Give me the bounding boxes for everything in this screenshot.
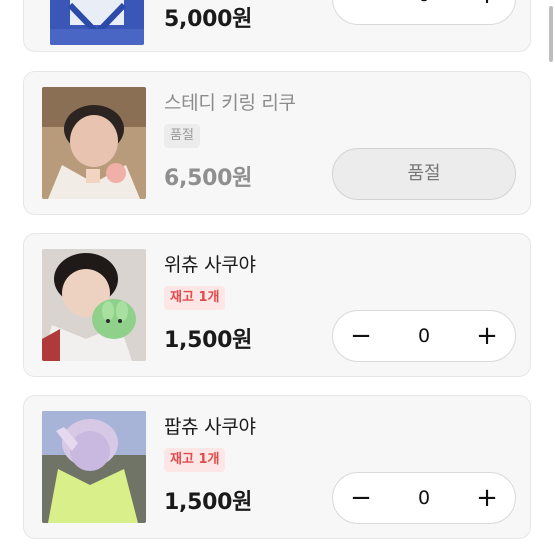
product-card: 팝츄 사쿠야 재고 1개 1,500원 − 0 + bbox=[23, 395, 531, 539]
decrease-button[interactable]: − bbox=[335, 311, 387, 361]
product-price: 1,500원 bbox=[164, 328, 253, 353]
increase-button[interactable]: + bbox=[461, 311, 513, 361]
product-card: 5,000원 − 0 + bbox=[23, 0, 531, 52]
quantity-stepper: − 0 + bbox=[332, 0, 516, 25]
product-price: 6,500원 bbox=[164, 166, 253, 191]
decrease-button[interactable]: − bbox=[335, 473, 387, 523]
quantity-stepper: − 0 + bbox=[332, 472, 516, 524]
increase-button[interactable]: + bbox=[461, 0, 513, 25]
stock-badge: 재고 1개 bbox=[164, 448, 226, 472]
product-photo bbox=[42, 411, 146, 523]
product-name: 스테디 키링 리쿠 bbox=[164, 92, 296, 114]
product-card: 스테디 키링 리쿠 품절 6,500원 품절 bbox=[23, 71, 531, 215]
product-price: 5,000원 bbox=[164, 7, 253, 32]
soldout-badge: 품절 bbox=[164, 124, 200, 148]
quantity-value: 0 bbox=[417, 487, 431, 509]
product-card: 위츄 사쿠야 재고 1개 1,500원 − 0 + bbox=[23, 233, 531, 377]
product-price: 1,500원 bbox=[164, 490, 253, 515]
product-photo bbox=[50, 0, 144, 45]
quantity-value: 0 bbox=[417, 325, 431, 347]
product-photo bbox=[42, 87, 146, 199]
product-photo bbox=[42, 249, 146, 361]
quantity-value: 0 bbox=[385, 0, 463, 25]
product-name: 팝츄 사쿠야 bbox=[164, 416, 256, 438]
increase-button[interactable]: + bbox=[461, 473, 513, 523]
stock-badge: 재고 1개 bbox=[164, 286, 226, 310]
soldout-button[interactable]: 품절 bbox=[332, 148, 516, 200]
decrease-button[interactable]: − bbox=[335, 0, 387, 25]
product-name: 위츄 사쿠야 bbox=[164, 254, 256, 276]
scrollbar[interactable] bbox=[549, 6, 553, 62]
quantity-stepper: − 0 + bbox=[332, 310, 516, 362]
